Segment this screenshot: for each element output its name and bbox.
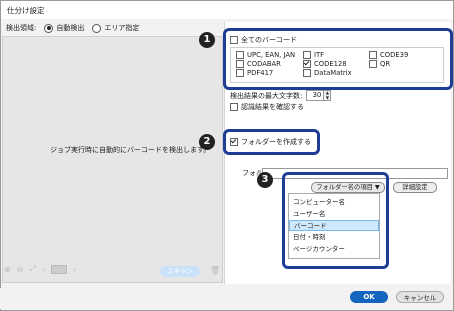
max-chars-row: 検出結果の最大文字数: 30 ▲ ▼ — [230, 90, 332, 101]
callout-barcode-types — [223, 28, 453, 90]
confirm-label: 認識結果を確認する — [241, 103, 304, 111]
detection-area-label: 検出領域: — [6, 24, 37, 32]
auto-detect-radio[interactable] — [44, 23, 54, 33]
preview-message: ジョブ実行時に自動的にバーコードを検出します。 — [50, 146, 211, 154]
callout-number: 1 — [199, 32, 215, 48]
detail-settings-button[interactable]: 詳細設定 — [393, 182, 437, 193]
preview-pane — [2, 36, 223, 283]
area-specify-radio[interactable] — [92, 23, 102, 33]
callout-folder-items — [282, 172, 389, 269]
detection-area-row: 検出領域: 自動検出 エリア指定 — [6, 22, 139, 34]
prev-page-icon[interactable]: ‹ — [42, 265, 45, 274]
confirm-checkbox[interactable] — [230, 103, 238, 111]
fit-icon[interactable]: ⤢ — [29, 264, 35, 274]
title-bar: 仕分け設定 — [1, 1, 453, 19]
callout-number: 3 — [257, 172, 273, 188]
preview-toolbar: ⊕ ⊖ ⤢ ‹ › — [4, 264, 76, 274]
next-page-icon[interactable]: › — [73, 265, 76, 274]
callout-create-folder — [223, 129, 320, 155]
zoom-in-icon[interactable]: ⊕ — [4, 265, 11, 274]
max-chars-input[interactable]: 30 — [306, 90, 325, 101]
area-specify-label[interactable]: エリア指定 — [104, 23, 139, 33]
trash-icon[interactable]: 🗑 — [210, 266, 220, 275]
spin-arrows-icon[interactable]: ▲ ▼ — [324, 90, 332, 101]
max-chars-label: 検出結果の最大文字数: — [230, 91, 303, 100]
callout-number: 2 — [199, 134, 215, 150]
auto-detect-label[interactable]: 自動検出 — [56, 23, 84, 33]
window-title: 仕分け設定 — [7, 6, 45, 15]
ok-button[interactable]: OK — [350, 291, 388, 303]
zoom-out-icon[interactable]: ⊖ — [17, 265, 24, 274]
scan-button[interactable]: スキャン — [160, 266, 200, 277]
page-indicator — [51, 264, 68, 274]
cancel-button[interactable]: キャンセル — [396, 291, 444, 303]
confirm-row[interactable]: 認識結果を確認する — [230, 102, 304, 112]
